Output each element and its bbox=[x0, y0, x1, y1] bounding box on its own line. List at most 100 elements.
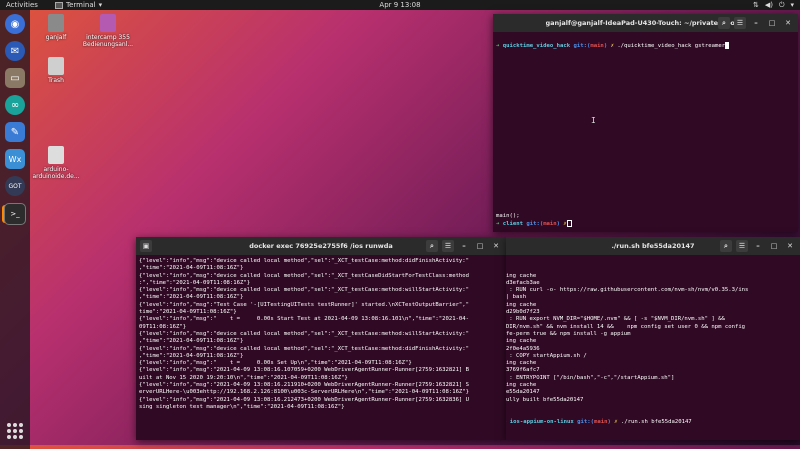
minimize-icon[interactable]: – bbox=[752, 240, 764, 252]
terminal-icon[interactable]: >_ bbox=[4, 203, 26, 225]
volume-icon: ◀) bbox=[765, 1, 773, 10]
files-icon[interactable]: ▭ bbox=[5, 68, 25, 88]
git-branch: main bbox=[594, 419, 607, 425]
desktop-icon-trash[interactable]: Trash bbox=[26, 57, 86, 84]
thunderbird-icon[interactable]: ✉ bbox=[5, 41, 25, 61]
window-titlebar[interactable]: ▣ docker exec 76925e2755f6 /ios runwda ⌕… bbox=[136, 237, 506, 255]
prompt-dir: quicktime_video_hack bbox=[503, 43, 570, 49]
maximize-icon[interactable]: □ bbox=[766, 17, 778, 29]
system-tray[interactable]: ⇅ ◀) ⏻ ▾ bbox=[753, 1, 794, 10]
terminal-line: uilt at Nov 15 2020 19:20:10\n","time":"… bbox=[139, 375, 503, 382]
close-icon[interactable]: ✕ bbox=[490, 240, 502, 252]
terminal-line: Step 8/8 : ENTRYPOINT ["/bin/bash","-c",… bbox=[506, 375, 797, 382]
minimize-icon[interactable]: – bbox=[750, 17, 762, 29]
clock[interactable]: Apr 9 13:08 bbox=[379, 1, 420, 9]
terminal-output[interactable]: {"level":"info","msg":"device called loc… bbox=[136, 255, 506, 440]
activities-button[interactable]: Activities bbox=[6, 1, 38, 9]
menu-icon[interactable]: ☰ bbox=[734, 17, 746, 29]
new-tab-icon[interactable]: ▣ bbox=[140, 240, 152, 252]
terminal-line: Step 7/8 : COPY startAppium.sh / bbox=[506, 353, 797, 360]
terminal-line: ---> Using cache bbox=[506, 382, 797, 389]
network-icon: ⇅ bbox=[753, 1, 759, 10]
search-icon[interactable]: ⌕ bbox=[720, 240, 732, 252]
terminal-line: {"level":"info","msg":"device called loc… bbox=[139, 258, 503, 265]
terminal-output[interactable]: ---> Using cache ---> f9d3efacb3aeStep 5… bbox=[506, 255, 800, 440]
terminal-line: erverURLHere-\u003ehttp://192.168.2.126:… bbox=[139, 389, 503, 396]
git-label: git:( bbox=[577, 419, 594, 425]
chromium-icon[interactable]: ◉ bbox=[5, 14, 25, 34]
git-label: git:( bbox=[573, 43, 590, 49]
terminal-line: Successfully built bfe55da20147 bbox=[506, 397, 797, 404]
terminal-line: {"level":"info","msg":"2021-04-09 13:08:… bbox=[139, 367, 503, 374]
desktop-icon-arduino[interactable]: arduino- arduinoide.de... bbox=[26, 146, 86, 180]
prompt-dir: client bbox=[503, 221, 523, 227]
terminal-line: time":"2021-04-09T11:08:16Z"} bbox=[139, 309, 503, 316]
terminal-line: ---> c42f0e4a5936 bbox=[506, 346, 797, 353]
text-cursor bbox=[567, 220, 572, 227]
terminal-line: ---> fc3769f6afc7 bbox=[506, 367, 797, 374]
terminal-line: {"level":"info","msg":" t = 0.00s Set Up… bbox=[139, 360, 503, 367]
terminal-lines: ---> Using cache ---> f9d3efacb3aeStep 5… bbox=[506, 273, 797, 404]
git-branch: main bbox=[590, 43, 603, 49]
terminal-line: ---> Using cache bbox=[506, 338, 797, 345]
file-icon bbox=[48, 146, 64, 164]
maximize-icon[interactable]: □ bbox=[768, 240, 780, 252]
terminal-window-docker[interactable]: ▣ docker exec 76925e2755f6 /ios runwda ⌕… bbox=[136, 237, 506, 440]
terminal-line: {"level":"info","msg":"Test Case '-[UITe… bbox=[139, 302, 503, 309]
search-icon[interactable]: ⌕ bbox=[426, 240, 438, 252]
terminal-line: ---> Using cache bbox=[506, 302, 797, 309]
close-icon[interactable]: ✕ bbox=[784, 240, 796, 252]
terminal-line: {"level":"info","msg":"device called loc… bbox=[139, 273, 503, 280]
show-applications-icon[interactable] bbox=[5, 421, 25, 441]
prompt-line-2: ➜ client git:(main) ✗ bbox=[496, 220, 572, 228]
maximize-icon[interactable]: □ bbox=[474, 240, 486, 252]
desktop-icon-label-line2: arduinoide.de... bbox=[26, 173, 86, 180]
prompt-line: ➜ quicktime_video_hack git:(main) ✗ ./qu… bbox=[496, 42, 795, 50]
text-editor-icon[interactable]: ✎ bbox=[5, 122, 25, 142]
window-title: ./run.sh bfe55da20147 bbox=[611, 242, 694, 250]
desktop-icon-label: Trash bbox=[26, 77, 86, 84]
prompt-line: ➜ ios-appium-on-linux git:(main) ✗ ./run… bbox=[506, 419, 797, 426]
command-text: ./run.sh bfe55da20147 bbox=[621, 419, 692, 425]
terminal-line: Step 6/8 : RUN export NVM_DIR="$HOME/.nv… bbox=[506, 316, 797, 323]
desktop-icon-document[interactable]: intercamp 355 Bedienungsanl... bbox=[78, 14, 138, 48]
terminal-line: :","time":"2021-04-09T11:08:16Z"} bbox=[139, 280, 503, 287]
terminal-output[interactable]: ➜ quicktime_video_hack git:(main) ✗ ./qu… bbox=[493, 32, 798, 231]
terminal-line: ---> Using cache bbox=[506, 273, 797, 280]
menu-icon[interactable]: ☰ bbox=[736, 240, 748, 252]
minimize-icon[interactable]: – bbox=[458, 240, 470, 252]
top-bar: Activities Terminal ▾ Apr 9 13:08 ⇅ ◀) ⏻… bbox=[0, 0, 800, 10]
prompt-dir: ios-appium-on-linux bbox=[510, 419, 574, 425]
terminal-line: ,"time":"2021-04-09T11:08:16Z"} bbox=[139, 353, 503, 360]
window-titlebar[interactable]: ganjalf@ganjalf-IdeaPad-U430-Touch: ~/pr… bbox=[493, 14, 798, 32]
window-titlebar[interactable]: ./run.sh bfe55da20147 ⌕ ☰ – □ ✕ bbox=[506, 237, 800, 255]
window-title: docker exec 76925e2755f6 /ios runwda bbox=[249, 242, 393, 250]
app-menu[interactable]: Terminal ▾ bbox=[55, 1, 102, 9]
dirty-mark: ✗ bbox=[611, 43, 614, 49]
text-cursor bbox=[725, 42, 729, 49]
desktop-icon-home[interactable]: ganjalf bbox=[26, 14, 86, 41]
terminal-line: {"level":"info","msg":"device called loc… bbox=[139, 331, 503, 338]
terminal-line: 09T11:08:16Z"} bbox=[139, 324, 503, 331]
window-title: ganjalf@ganjalf-IdeaPad-U430-Touch: ~/pr… bbox=[546, 19, 746, 27]
terminal-line: Step 5/8 : RUN curl -o- https://raw.gith… bbox=[506, 287, 797, 294]
partial-text: main(); bbox=[496, 213, 520, 219]
terminal-line: tall.sh | bash bbox=[506, 294, 797, 301]
terminal-line: ---> f9d3efacb3ae bbox=[506, 280, 797, 287]
arduino-icon[interactable]: ∞ bbox=[5, 95, 25, 115]
godot-icon[interactable]: GOT bbox=[5, 176, 25, 196]
terminal-line: sing singleton test manager\n","time":"2… bbox=[139, 404, 503, 411]
terminal-window-run[interactable]: ./run.sh bfe55da20147 ⌕ ☰ – □ ✕ ---> Usi… bbox=[506, 237, 800, 440]
search-icon[interactable]: ⌕ bbox=[718, 17, 730, 29]
prompt-arrow: ➜ bbox=[496, 221, 499, 227]
dirty-mark: ✗ bbox=[614, 419, 617, 425]
wx-app-icon[interactable]: Wx bbox=[5, 149, 25, 169]
document-icon bbox=[100, 14, 116, 32]
close-icon[interactable]: ✕ bbox=[782, 17, 794, 29]
terminal-line: {"level":"info","msg":"device called loc… bbox=[139, 346, 503, 353]
terminal-window-top[interactable]: ganjalf@ganjalf-IdeaPad-U430-Touch: ~/pr… bbox=[493, 14, 798, 232]
terminal-line: ---> 3fd29b0d7f23 bbox=[506, 309, 797, 316]
terminal-line: {"level":"info","msg":"device called loc… bbox=[139, 287, 503, 294]
chevron-down-icon: ▾ bbox=[99, 1, 103, 9]
menu-icon[interactable]: ☰ bbox=[442, 240, 454, 252]
